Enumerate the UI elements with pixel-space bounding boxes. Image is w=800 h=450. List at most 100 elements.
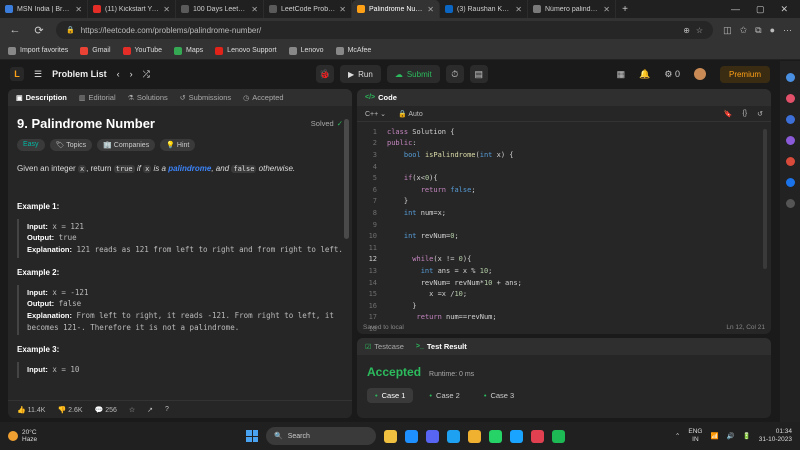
run-button[interactable]: ▶ Run: [340, 65, 381, 83]
clock[interactable]: 01:34 31-10-2023: [759, 428, 792, 445]
battery-icon[interactable]: 🔋: [743, 432, 751, 440]
new-tab-button[interactable]: +: [616, 4, 634, 15]
weather-widget[interactable]: 20°C Haze: [8, 429, 37, 443]
close-tab-icon[interactable]: ✕: [515, 5, 522, 14]
browser-tab[interactable]: Palindrome Number✕: [352, 0, 440, 18]
code-line[interactable]: 6 return false;: [357, 184, 771, 196]
bookmark-icon[interactable]: 🔖: [724, 110, 733, 118]
close-tab-icon[interactable]: ✕: [603, 5, 610, 14]
maximize-icon[interactable]: ▢: [756, 4, 765, 15]
layout-icon[interactable]: ▦: [617, 69, 626, 80]
collections-icon[interactable]: ⧉: [755, 25, 761, 36]
premium-button[interactable]: Premium: [719, 65, 770, 83]
reset-icon[interactable]: ↺: [757, 110, 763, 118]
avatar[interactable]: [693, 68, 706, 80]
code-line[interactable]: 11: [357, 242, 771, 254]
add-icon[interactable]: [785, 199, 795, 208]
more-icon[interactable]: ⋯: [783, 25, 792, 36]
tab-solutions[interactable]: ⚗ Solutions: [128, 93, 168, 102]
dislike-button[interactable]: 👎 2.6K: [57, 406, 82, 414]
bell-icon[interactable]: 🔔: [639, 69, 650, 80]
back-icon[interactable]: ←: [8, 24, 22, 36]
bookmark-item[interactable]: Import favorites: [8, 46, 68, 55]
auto-toggle[interactable]: 🔒 Auto: [398, 110, 423, 118]
code-line[interactable]: 14 revNum= revNum*10 + ans;: [357, 277, 771, 289]
browser-tab[interactable]: (3) Raushan Kumar |✕: [440, 0, 528, 18]
volume-icon[interactable]: 🔊: [727, 432, 735, 440]
hint-tag[interactable]: 💡 Hint: [160, 139, 196, 151]
code-line[interactable]: 15 x =x /10;: [357, 288, 771, 300]
profile-icon[interactable]: ●: [770, 25, 775, 36]
close-tab-icon[interactable]: ✕: [427, 5, 434, 14]
like-button[interactable]: 👍 11.4K: [17, 406, 45, 414]
code-line[interactable]: 8 int num=x;: [357, 207, 771, 219]
taskbar-app-icon[interactable]: [426, 429, 439, 443]
refresh-icon[interactable]: ⟳: [32, 24, 46, 37]
taskbar-app-icon[interactable]: [552, 429, 565, 443]
prev-problem-icon[interactable]: ‹: [117, 69, 120, 79]
code-editor[interactable]: 1 class Solution {2 public: 3 bool isPalind…: [357, 122, 771, 334]
bookmark-item[interactable]: Maps: [174, 46, 203, 55]
timer-icon[interactable]: ⏱: [445, 65, 464, 83]
taskbar-app-icon[interactable]: [468, 429, 481, 443]
palindrome-link[interactable]: palindrome: [168, 164, 211, 173]
bookmark-item[interactable]: YouTube: [122, 46, 162, 55]
zoom-icon[interactable]: ⊕: [683, 26, 690, 35]
close-window-icon[interactable]: ✕: [780, 4, 788, 15]
code-line[interactable]: 2 public:: [357, 138, 771, 150]
code-line[interactable]: 13 int ans = x % 10;: [357, 265, 771, 277]
code-line[interactable]: 9: [357, 219, 771, 231]
shopping-icon[interactable]: [785, 94, 795, 103]
code-line[interactable]: 4: [357, 161, 771, 173]
help-icon[interactable]: ?: [165, 406, 169, 413]
debug-icon[interactable]: 🐞: [316, 65, 334, 83]
code-line[interactable]: 5 if(x<0){: [357, 172, 771, 184]
notes-icon[interactable]: ▤: [469, 65, 488, 83]
code-line[interactable]: 16 }: [357, 300, 771, 312]
outlook-icon[interactable]: [785, 178, 795, 187]
case-tab[interactable]: • Case 3: [476, 388, 522, 403]
close-tab-icon[interactable]: ✕: [251, 5, 258, 14]
next-problem-icon[interactable]: ›: [130, 69, 133, 79]
code-scrollbar[interactable]: [763, 129, 767, 269]
bookmark-item[interactable]: Gmail: [80, 46, 111, 55]
description-scrollbar[interactable]: [344, 119, 349, 239]
problem-list-link[interactable]: Problem List: [52, 69, 107, 79]
minimize-icon[interactable]: —: [731, 4, 740, 15]
browser-tab[interactable]: 100 Days LeetCode✕: [176, 0, 264, 18]
case-tab[interactable]: • Case 1: [367, 388, 414, 403]
share-icon[interactable]: ↗: [147, 406, 153, 414]
favorites-icon[interactable]: ✩: [740, 25, 748, 36]
code-line[interactable]: 12 while(x != 0){: [357, 254, 771, 266]
topics-tag[interactable]: 🏷 Topics: [49, 139, 93, 151]
tab-testcase[interactable]: ☑ Testcase: [365, 342, 404, 351]
leetcode-logo[interactable]: L: [10, 67, 24, 81]
code-line[interactable]: 1 class Solution {: [357, 126, 771, 138]
tab-editorial[interactable]: ▥ Editorial: [79, 93, 116, 102]
office-icon[interactable]: [785, 157, 795, 166]
close-tab-icon[interactable]: ✕: [163, 5, 170, 14]
browser-tab[interactable]: LeetCode Problem ✕: [264, 0, 352, 18]
taskbar-app-icon[interactable]: [489, 429, 502, 443]
case-tab[interactable]: • Case 2: [421, 388, 467, 403]
taskbar-app-icon[interactable]: [447, 429, 460, 443]
tab-code[interactable]: </> Code: [365, 93, 397, 102]
code-line[interactable]: 3 bool isPalindrome(int x) {: [357, 149, 771, 161]
tab-accepted[interactable]: ◷ Accepted: [243, 93, 283, 102]
close-tab-icon[interactable]: ✕: [339, 5, 346, 14]
browser-tab[interactable]: MSN India | Breaking✕: [0, 0, 88, 18]
language-indicator[interactable]: ENG IN: [688, 428, 702, 444]
favorite-star-icon[interactable]: ☆: [696, 26, 703, 35]
chevron-up-icon[interactable]: ⌃: [675, 432, 680, 440]
star-icon[interactable]: ☆: [129, 406, 135, 414]
tab-submissions[interactable]: ↺ Submissions: [180, 93, 231, 102]
bookmark-item[interactable]: Lenovo: [288, 46, 324, 55]
problem-title[interactable]: 9. Palindrome Number: [17, 116, 155, 131]
taskbar-app-icon[interactable]: [384, 429, 397, 443]
browser-tab[interactable]: Número palindromo✕: [528, 0, 616, 18]
tab-description[interactable]: ▣ Description: [16, 93, 67, 102]
tab-test-result[interactable]: >_ Test Result: [416, 342, 467, 351]
split-screen-icon[interactable]: ◫: [723, 25, 732, 36]
shuffle-icon[interactable]: ⤮: [143, 69, 150, 80]
taskbar-app-icon[interactable]: [405, 429, 418, 443]
